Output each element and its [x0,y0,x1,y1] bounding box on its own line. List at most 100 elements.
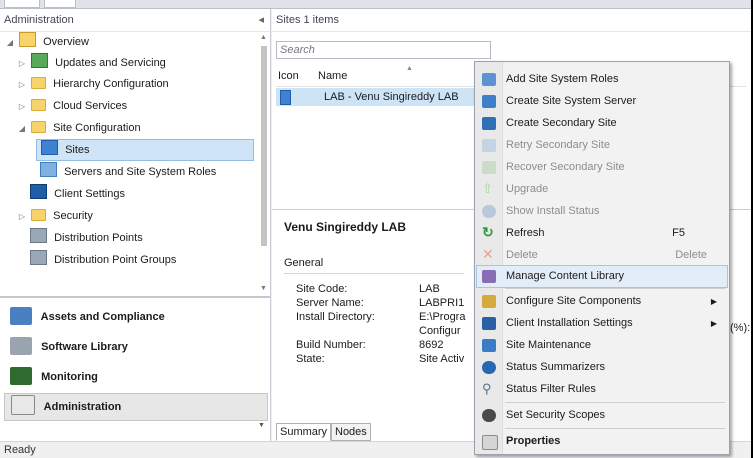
table-row[interactable]: LAB - Venu Singireddy LAB [276,88,476,106]
field-key: State: [296,353,325,365]
info-icon [482,205,496,218]
scroll-down-icon[interactable]: ▼ [260,285,267,292]
expand-arrow-icon[interactable]: ▷ [16,207,28,227]
tree-scrollbar[interactable]: ▲ ▼ [260,34,268,292]
search-input[interactable]: Search [276,41,491,59]
tree-item-label: Security [53,210,93,222]
content-library-icon [482,270,496,283]
workspace-label: Administration [43,401,122,413]
distribution-point-group-icon [30,250,47,265]
tree-item-distribution-points[interactable]: Distribution Points [30,228,143,248]
tree-item-label: Servers and Site System Roles [64,166,217,178]
menu-item-recover-secondary-site: Recover Secondary Site [477,157,727,178]
tree-item-label: Overview [43,36,89,48]
search-placeholder: Search [280,44,315,56]
menu-item-configure-site-components[interactable]: Configure Site Components ▶ [477,291,727,312]
tree-item-servers-roles[interactable]: Servers and Site System Roles [40,162,216,182]
tab-nodes[interactable]: Nodes [331,423,371,441]
menu-item-label: Configure Site Components [506,295,642,307]
menu-item-client-installation-settings[interactable]: Client Installation Settings ▶ [477,313,727,334]
delete-icon: ✕ [482,246,494,262]
menu-item-upgrade: ⇧ Upgrade [477,179,727,200]
menu-shortcut: F5 [672,227,685,239]
navigation-header-label: Administration [4,14,74,26]
menu-item-label: Show Install Status [506,205,600,217]
refresh-icon: ↻ [482,224,494,240]
navigation-pane: Administration ◂ ◢ Overview ▷ Updates an… [0,9,271,441]
expand-arrow-icon[interactable]: ▷ [16,75,28,95]
menu-item-create-secondary-site[interactable]: Create Secondary Site [477,113,727,134]
tab-summary[interactable]: Summary [276,423,332,441]
workspace-expand-icon[interactable]: ▼ [258,422,265,429]
scroll-up-icon[interactable]: ▲ [260,34,267,41]
tree-item-cloud-services[interactable]: ▷ Cloud Services [16,96,127,116]
updates-icon [31,53,49,68]
upgrade-icon: ⇧ [482,181,493,196]
tree-item-hierarchy[interactable]: ▷ Hierarchy Configuration [16,74,169,94]
maintenance-icon [482,339,496,352]
folder-icon [31,99,47,111]
tree-item-updates[interactable]: ▷ Updates and Servicing [16,53,166,73]
field-key: Server Name: [296,297,364,309]
menu-item-label: Upgrade [506,183,549,195]
menu-shortcut: Delete [675,249,707,261]
server-roles-icon [40,162,57,177]
ribbon-tab[interactable] [4,0,40,8]
workspace-administration[interactable]: Administration [4,393,268,421]
field-value: E:\Progra [419,311,466,323]
expand-arrow-icon[interactable]: ▷ [16,97,28,117]
add-roles-icon [482,73,496,86]
field-key: Build Number: [296,339,366,351]
tree-item-label: Sites [65,144,90,156]
expand-arrow-icon[interactable]: ◢ [4,33,16,53]
column-icon[interactable]: Icon [278,66,299,86]
menu-item-site-maintenance[interactable]: Site Maintenance [477,335,727,356]
tree-item-distribution-point-groups[interactable]: Distribution Point Groups [30,250,176,270]
tree-item-site-configuration[interactable]: ◢ Site Configuration [16,118,141,138]
workspace-monitoring[interactable]: Monitoring [4,364,266,390]
menu-item-label: Delete [506,249,538,261]
tree-item-overview[interactable]: ◢ Overview [4,32,89,52]
workspace-label: Assets and Compliance [40,311,165,323]
tree-item-sites[interactable]: Sites [36,139,254,161]
folder-icon [31,121,47,133]
workspace-label: Monitoring [41,371,98,383]
menu-item-label: Refresh [506,227,545,239]
properties-icon [482,435,498,450]
expand-arrow-icon[interactable]: ◢ [16,119,28,139]
menu-item-refresh[interactable]: ↻ Refresh F5 [477,223,727,244]
submenu-arrow-icon: ▶ [710,319,717,328]
menu-item-delete: ✕ Delete Delete [477,245,727,266]
workspace-label: Software Library [41,341,128,353]
column-name[interactable]: Name [318,66,347,86]
menu-item-status-summarizers[interactable]: Status Summarizers [477,357,727,378]
expand-arrow-icon[interactable]: ▷ [16,54,28,74]
recover-icon [482,161,496,174]
menu-item-create-site-system-server[interactable]: Create Site System Server [477,91,727,112]
menu-item-label: Properties [506,435,561,447]
field-value: 8692 [419,339,444,351]
tree-item-client-settings[interactable]: Client Settings [30,184,125,204]
tree-item-label: Site Configuration [53,122,141,134]
workspace-assets-compliance[interactable]: Assets and Compliance [4,304,266,330]
row-name: LAB - Venu Singireddy LAB [324,91,459,103]
menu-item-status-filter-rules[interactable]: ⚲ Status Filter Rules [477,379,727,400]
menu-item-label: Status Summarizers [506,361,606,373]
ribbon-tab[interactable] [44,0,76,8]
sort-ascending-icon: ▲ [406,65,413,72]
menu-item-label: Retry Secondary Site [506,139,610,151]
menu-item-add-site-system-roles[interactable]: Add Site System Roles [477,69,727,90]
menu-separator [505,288,725,289]
breadcrumb-label: Sites 1 items [276,14,339,26]
tree-scrollbar-thumb[interactable] [261,46,267,246]
collapse-pane-icon[interactable]: ◂ [258,9,264,31]
menu-item-manage-content-library[interactable]: Manage Content Library [476,265,728,288]
workspace-software-library[interactable]: Software Library [4,334,266,360]
field-value: Site Activ [419,353,465,365]
tree-item-security[interactable]: ▷ Security [16,206,93,226]
details-title: Venu Singireddy LAB [284,220,407,234]
retry-icon [482,139,496,152]
filter-icon: ⚲ [482,381,492,396]
menu-item-set-security-scopes[interactable]: Set Security Scopes [477,405,727,426]
menu-item-properties[interactable]: Properties [477,431,727,452]
